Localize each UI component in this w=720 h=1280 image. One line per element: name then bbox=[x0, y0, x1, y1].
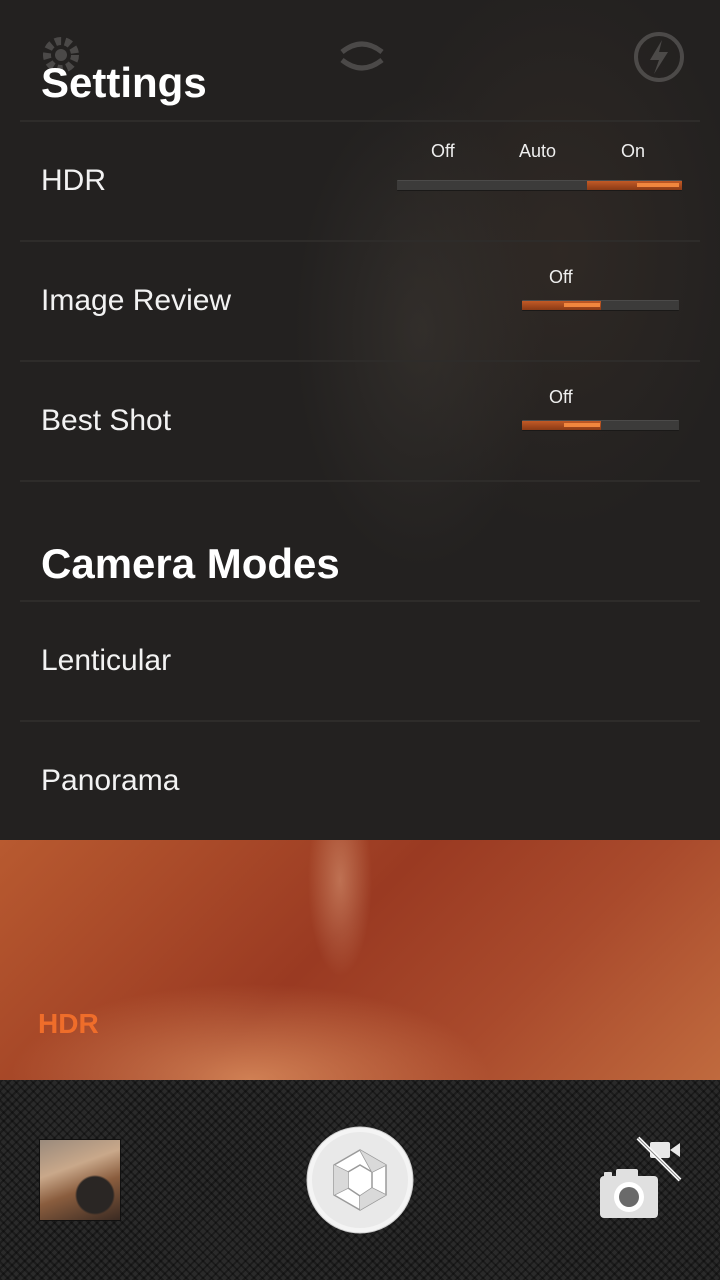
image-review-toggle-fill bbox=[522, 301, 601, 310]
lenticular-row[interactable]: Lenticular bbox=[20, 600, 700, 720]
hdr-option-auto[interactable]: Auto bbox=[519, 141, 556, 162]
camera-preview[interactable]: HDR bbox=[0, 840, 720, 1080]
image-review-state: Off bbox=[549, 267, 573, 287]
panorama-row[interactable]: Panorama bbox=[20, 720, 700, 840]
hdr-option-on[interactable]: On bbox=[621, 141, 645, 162]
settings-title: Settings bbox=[41, 59, 207, 106]
best-shot-toggle[interactable] bbox=[522, 420, 679, 431]
camera-modes-title: Camera Modes bbox=[41, 540, 340, 587]
shutter-icon[interactable] bbox=[306, 1126, 414, 1234]
camera-video-switch-icon[interactable] bbox=[596, 1136, 686, 1222]
last-photo-thumbnail[interactable] bbox=[40, 1140, 120, 1220]
lenticular-label: Lenticular bbox=[41, 644, 172, 677]
image-review-label: Image Review bbox=[41, 284, 232, 317]
best-shot-toggle-fill bbox=[522, 421, 601, 430]
bottom-toolbar bbox=[0, 1080, 720, 1280]
settings-panel: Settings HDR Off Auto On Image Review Of… bbox=[0, 0, 720, 840]
panorama-label: Panorama bbox=[41, 764, 180, 797]
hdr-label: HDR bbox=[41, 164, 106, 197]
best-shot-row[interactable]: Best Shot Off bbox=[20, 360, 700, 480]
hdr-option-off[interactable]: Off bbox=[431, 141, 455, 162]
hdr-row[interactable]: HDR Off Auto On bbox=[20, 120, 700, 240]
best-shot-state: Off bbox=[549, 387, 573, 407]
hdr-slider-fill bbox=[587, 181, 682, 190]
image-review-toggle[interactable] bbox=[522, 300, 679, 311]
hdr-slider[interactable] bbox=[397, 180, 682, 191]
hdr-indicator[interactable]: HDR bbox=[38, 1008, 99, 1040]
best-shot-label: Best Shot bbox=[41, 404, 172, 437]
divider bbox=[20, 480, 700, 482]
image-review-row[interactable]: Image Review Off bbox=[20, 240, 700, 360]
